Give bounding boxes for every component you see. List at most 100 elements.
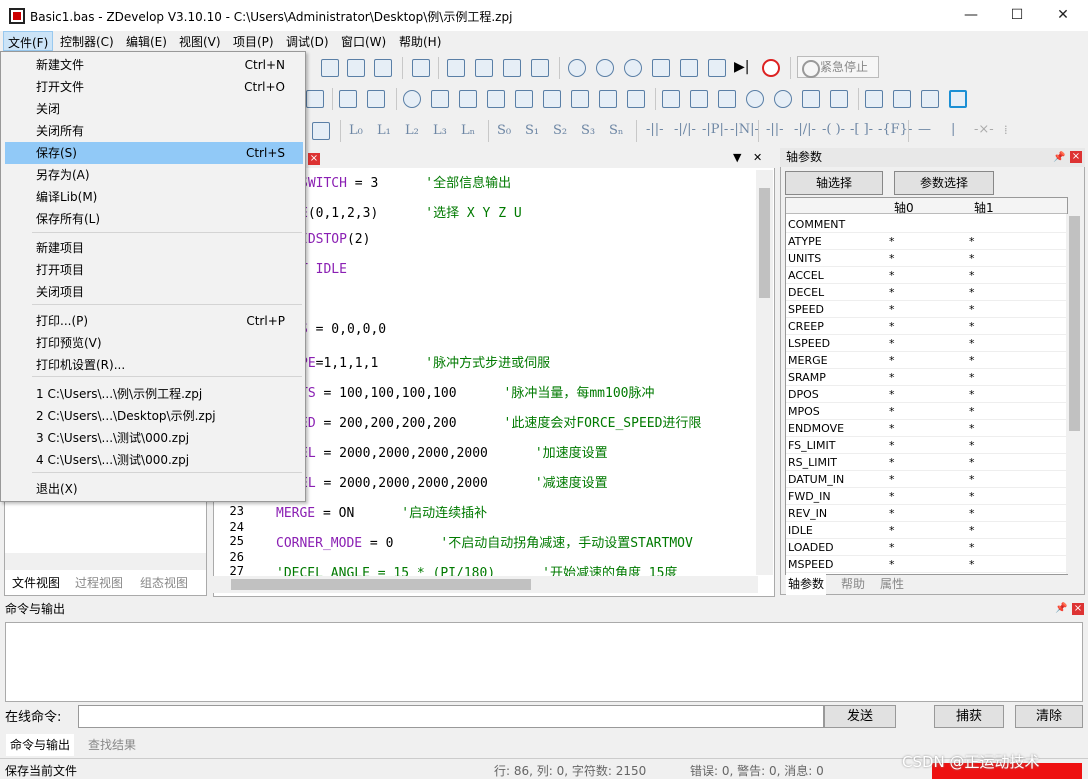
axis-param-value[interactable]: *: [889, 250, 895, 267]
text-tool-icon[interactable]: [306, 90, 324, 108]
axis-param-value[interactable]: *: [969, 318, 975, 335]
editor-hscroll[interactable]: [213, 576, 758, 593]
axis-param-row[interactable]: SRAMP * *: [786, 369, 1067, 386]
scan-icon[interactable]: [447, 59, 465, 77]
axis-param-row[interactable]: ATYPE * *: [786, 233, 1067, 250]
axis-param-value[interactable]: *: [969, 420, 975, 437]
file-menu-item[interactable]: 打印...(P) Ctrl+P: [5, 310, 303, 332]
print-icon[interactable]: [412, 59, 430, 77]
cmd-output-area[interactable]: [5, 622, 1083, 702]
axis-param-value[interactable]: *: [969, 522, 975, 539]
axis-param-row[interactable]: DECEL * *: [786, 284, 1067, 301]
menu-controller[interactable]: 控制器(C): [60, 33, 114, 50]
menu-project[interactable]: 项目(P): [233, 33, 274, 50]
tab-find-results[interactable]: 查找结果: [88, 734, 136, 756]
tab-dropdown-icon[interactable]: ▼: [733, 151, 741, 164]
timer-icon[interactable]: [746, 90, 764, 108]
file-menu-item[interactable]: 打开文件 Ctrl+O: [5, 76, 303, 98]
tab-process-view[interactable]: 过程视图: [75, 572, 123, 594]
step-out-icon[interactable]: [708, 59, 726, 77]
axis-param-value[interactable]: *: [889, 267, 895, 284]
text-box-icon[interactable]: [865, 90, 883, 108]
file-menu-item[interactable]: 4 C:\Users\...\测试\000.zpj: [5, 449, 303, 471]
menu-file[interactable]: 文件(F): [3, 31, 54, 51]
stop-icon[interactable]: [762, 59, 780, 77]
ladder-s0[interactable]: S₀: [497, 123, 511, 138]
axis-param-row[interactable]: MPOS * *: [786, 403, 1067, 420]
axis-param-value[interactable]: *: [889, 539, 895, 556]
file-menu-item[interactable]: 编译Lib(M): [5, 186, 303, 208]
file-menu-item[interactable]: 3 C:\Users\...\测试\000.zpj: [5, 427, 303, 449]
axis-param-value[interactable]: *: [969, 539, 975, 556]
editor-close-icon[interactable]: ✕: [753, 151, 762, 164]
contact-no-icon[interactable]: -||-: [646, 122, 664, 137]
hline-icon[interactable]: —: [918, 122, 931, 137]
cmd-pin-icon[interactable]: 📌: [1055, 599, 1067, 619]
axis-param-row[interactable]: RS_LIMIT * *: [786, 454, 1067, 471]
menu-view[interactable]: 视图(V): [179, 33, 221, 50]
axis-panel-close-icon[interactable]: ×: [1070, 151, 1082, 163]
axis-param-row[interactable]: MERGE * *: [786, 352, 1067, 369]
paste-icon[interactable]: [374, 59, 392, 77]
ladder-s3[interactable]: S₃: [581, 123, 595, 138]
axis-param-row[interactable]: CREEP * *: [786, 318, 1067, 335]
axis-param-value[interactable]: *: [889, 318, 895, 335]
file-menu-item[interactable]: 打印预览(V): [5, 332, 303, 354]
touch-icon[interactable]: [599, 90, 617, 108]
file-menu-item[interactable]: 另存为(A): [5, 164, 303, 186]
coil-icon[interactable]: -( )-: [822, 122, 845, 137]
axis-param-value[interactable]: *: [889, 437, 895, 454]
number-icon[interactable]: [459, 90, 477, 108]
axis-param-value[interactable]: *: [889, 522, 895, 539]
contact-p-icon[interactable]: -|P|-: [702, 122, 728, 137]
axis-param-value[interactable]: *: [889, 233, 895, 250]
axis-param-value[interactable]: *: [969, 556, 975, 573]
axis-param-row[interactable]: MSPEED * *: [786, 556, 1067, 573]
file-menu-item[interactable]: 1 C:\Users\...\例\示例工程.zpj: [5, 383, 303, 405]
axis-param-row[interactable]: REV_IN * *: [786, 505, 1067, 522]
menu-debug[interactable]: 调试(D): [286, 33, 329, 50]
axis-param-value[interactable]: *: [969, 233, 975, 250]
func-block-icon[interactable]: -[ ]-: [850, 122, 873, 137]
ladder-s1[interactable]: S₁: [525, 123, 539, 138]
axis-param-value[interactable]: *: [889, 556, 895, 573]
ladder-sn[interactable]: Sₙ: [609, 123, 624, 138]
axis-param-value[interactable]: *: [889, 335, 895, 352]
grid-icon[interactable]: [515, 90, 533, 108]
chart-icon[interactable]: [893, 90, 911, 108]
refresh-icon[interactable]: [949, 90, 967, 108]
file-menu-item[interactable]: 新建项目: [5, 237, 303, 259]
axis-param-row[interactable]: LSPEED * *: [786, 335, 1067, 352]
axis-param-value[interactable]: *: [969, 437, 975, 454]
axis-param-value[interactable]: *: [969, 335, 975, 352]
online-command-input[interactable]: [78, 705, 824, 728]
ladder-ln[interactable]: Lₙ: [461, 123, 475, 138]
file-menu-item[interactable]: 退出(X): [5, 478, 303, 500]
axis-param-value[interactable]: *: [889, 403, 895, 420]
tab-file-view[interactable]: 文件视图: [10, 572, 63, 594]
shapes-icon[interactable]: [367, 90, 385, 108]
tab-cmd-output[interactable]: 命令与输出: [6, 734, 75, 756]
axis-param-value[interactable]: *: [969, 505, 975, 522]
crosshair-icon[interactable]: [312, 122, 330, 140]
axis-param-value[interactable]: *: [969, 488, 975, 505]
menu-edit[interactable]: 编辑(E): [126, 33, 167, 50]
run-to-icon[interactable]: ▶|: [734, 59, 752, 77]
axis-param-row[interactable]: DATUM_IN * *: [786, 471, 1067, 488]
file-menu-item[interactable]: 新建文件 Ctrl+N: [5, 54, 303, 76]
axis-param-value[interactable]: *: [889, 420, 895, 437]
editor-tab-close-icon[interactable]: ×: [308, 153, 320, 165]
axis-param-value[interactable]: *: [969, 454, 975, 471]
param-select-button[interactable]: 参数选择: [894, 171, 994, 195]
send-button[interactable]: 发送: [824, 705, 896, 728]
axis-param-row[interactable]: IDLE * *: [786, 522, 1067, 539]
menu-help[interactable]: 帮助(H): [399, 33, 441, 50]
delete-hline-icon[interactable]: -×-: [974, 122, 994, 137]
emergency-stop-button[interactable]: 紧急停止: [797, 56, 879, 78]
close-button[interactable]: ✕: [1040, 0, 1086, 31]
axis-param-value[interactable]: *: [969, 284, 975, 301]
editor-vscroll[interactable]: [756, 170, 773, 575]
cut-icon[interactable]: [321, 59, 339, 77]
undo-icon[interactable]: [503, 59, 521, 77]
file-menu-item[interactable]: 关闭所有: [5, 120, 303, 142]
